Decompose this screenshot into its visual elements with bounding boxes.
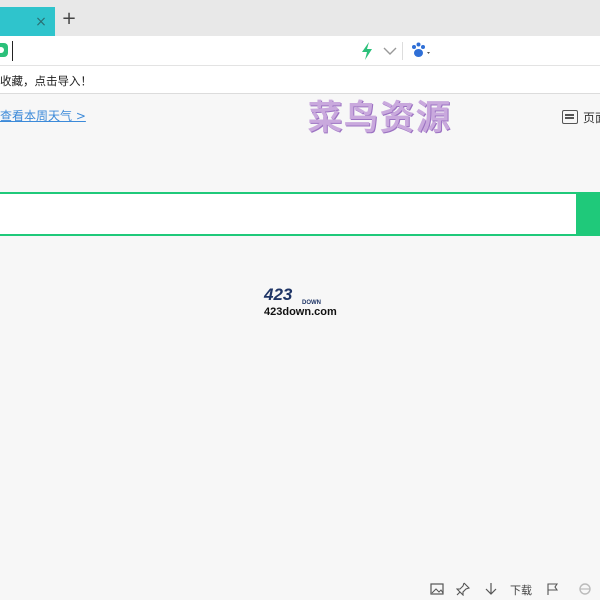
- page-button[interactable]: 页面: [562, 108, 600, 126]
- download-label[interactable]: 下载: [510, 582, 532, 598]
- search-input[interactable]: [0, 194, 578, 234]
- image-icon[interactable]: [430, 582, 444, 596]
- ie-icon[interactable]: [578, 582, 592, 596]
- bookmark-bar: 收藏，点击导入！: [0, 66, 600, 94]
- baidu-search-engine-icon[interactable]: [410, 42, 432, 60]
- download-arrow-icon[interactable]: [484, 582, 498, 596]
- bolt-icon[interactable]: [360, 42, 374, 60]
- pin-icon[interactable]: [456, 582, 470, 596]
- bookmark-import-hint[interactable]: 收藏，点击导入！: [0, 73, 92, 89]
- page-button-label: 页面: [583, 110, 600, 125]
- watermark-text: 菜鸟资源: [308, 98, 452, 138]
- new-tab-button[interactable]: +: [60, 9, 78, 29]
- page-layout-icon: [562, 110, 578, 124]
- address-toolbar: [0, 36, 600, 66]
- search-box: [0, 192, 578, 236]
- address-input[interactable]: [12, 41, 352, 61]
- close-tab-icon[interactable]: ×: [34, 15, 48, 29]
- active-tab[interactable]: ×: [0, 7, 55, 36]
- flag-icon[interactable]: [546, 582, 560, 596]
- search-button[interactable]: [576, 192, 600, 236]
- chevron-down-icon[interactable]: [382, 44, 398, 58]
- weather-link[interactable]: 查看本周天气 >: [0, 107, 86, 124]
- security-shield-icon[interactable]: [0, 43, 8, 57]
- logo-bottom-text: 423down.com: [264, 306, 337, 318]
- tab-strip: × +: [0, 0, 600, 36]
- toolbar-divider: [402, 42, 403, 60]
- site-logo: 423 DOWN 423down.com: [263, 285, 337, 318]
- logo-top-text: 423: [263, 285, 293, 304]
- status-bar: 下载: [0, 578, 600, 600]
